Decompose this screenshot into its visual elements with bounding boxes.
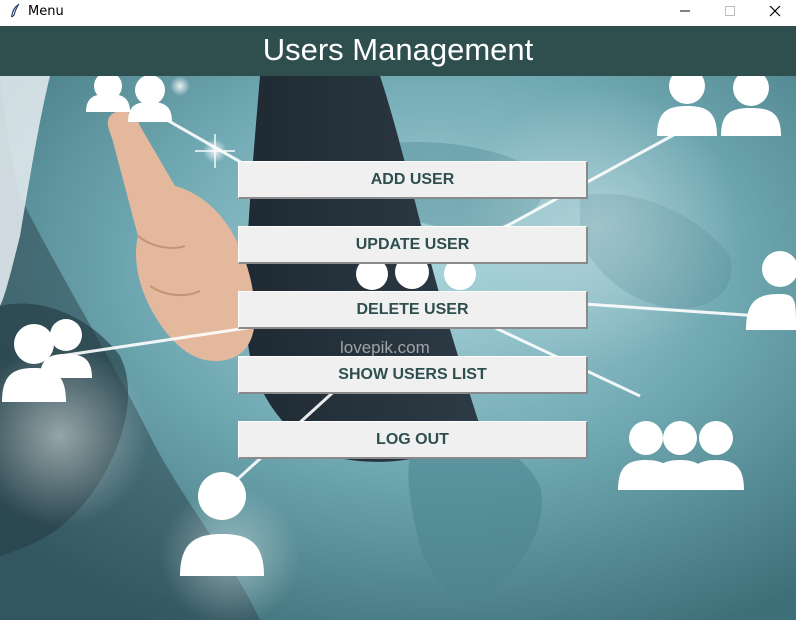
delete-user-button[interactable]: DELETE USER <box>238 291 588 329</box>
header-banner: Users Management <box>0 26 796 76</box>
show-users-list-button[interactable]: SHOW USERS LIST <box>238 356 588 394</box>
minimize-icon <box>680 10 690 12</box>
add-user-button[interactable]: ADD USER <box>238 161 588 199</box>
close-icon <box>769 6 781 17</box>
log-out-button[interactable]: LOG OUT <box>238 421 588 459</box>
watermark-text: lovepik.com <box>340 338 430 357</box>
update-user-button[interactable]: UPDATE USER <box>238 226 588 264</box>
close-button[interactable] <box>752 0 796 24</box>
feather-icon <box>8 3 22 19</box>
maximize-button[interactable] <box>707 0 753 24</box>
page-title: Users Management <box>262 32 534 67</box>
background-image: lovepik.com <box>0 76 796 620</box>
minimize-button[interactable] <box>662 0 708 24</box>
window-titlebar: Menu <box>0 0 796 24</box>
maximize-icon <box>725 6 735 16</box>
window-title: Menu <box>28 4 64 19</box>
